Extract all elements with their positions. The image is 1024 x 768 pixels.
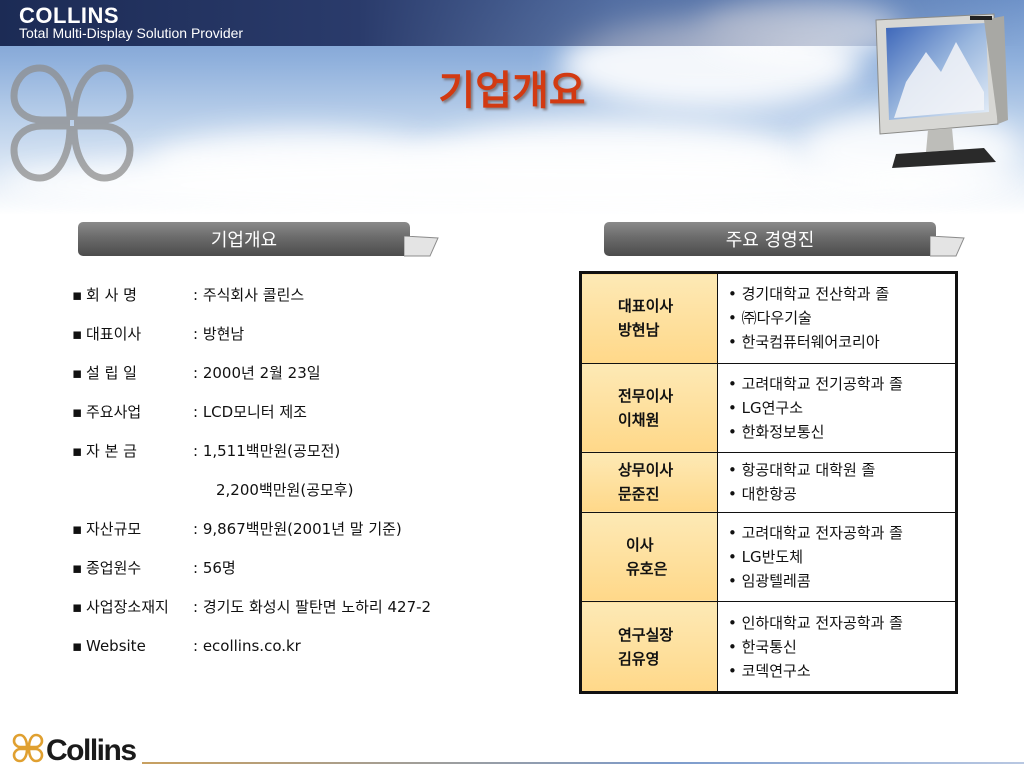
overview-value: : 경기도 화성시 팔탄면 노하리 427-2: [193, 598, 432, 616]
executive-name-cell: 상무이사 문준진: [580, 451, 718, 513]
table-row: 상무이사 문준진 • 항공대학교 대학원 졸 • 대한항공: [580, 451, 957, 513]
executive-history-cell: • 항공대학교 대학원 졸 • 대한항공: [717, 451, 957, 513]
bullet-icon: ▪: [72, 364, 83, 382]
website-link[interactable]: : ecollins.co.kr: [193, 636, 301, 656]
history-item: • 한국통신: [728, 637, 797, 656]
executive-history-cell: • 고려대학교 전자공학과 졸 • LG반도체 • 임광텔레콤: [717, 511, 957, 603]
executive-name-cell: 대표이사 방현남: [580, 272, 718, 364]
overview-label: 자산규모: [86, 520, 142, 538]
overview-label: 사업장소재지: [86, 598, 169, 616]
history-item: • LG반도체: [728, 548, 803, 567]
overview-item-company-name: ▪ 회 사 명 : 주식회사 콜린스: [72, 285, 512, 324]
overview-label: 자 본 금: [86, 442, 137, 460]
overview-item-employees: ▪ 종업원수 : 56명: [72, 558, 512, 597]
history-item: • 고려대학교 전자공학과 졸: [728, 524, 903, 543]
table-row: 대표이사 방현남 • 경기대학교 전산학과 졸 • ㈜다우기술 • 한국컴퓨터웨…: [580, 272, 957, 364]
overview-value: : 56명: [193, 559, 236, 577]
history-item: • 인하대학교 전자공학과 졸: [728, 613, 903, 632]
bullet-icon: ▪: [72, 286, 83, 304]
bullet-icon: ▪: [72, 442, 83, 460]
executive-history-cell: • 고려대학교 전기공학과 졸 • LG연구소 • 한화정보통신: [717, 362, 957, 453]
history-item: • 경기대학교 전산학과 졸: [728, 285, 890, 304]
overview-value: : 9,867백만원(2001년 말 기준): [193, 520, 402, 538]
history-item: • 항공대학교 대학원 졸: [728, 461, 876, 480]
lcd-monitor-icon: [875, 13, 1008, 168]
overview-value: : LCD모니터 제조: [193, 403, 307, 421]
executive-title: 전무이사: [618, 386, 674, 405]
history-item: • LG연구소: [728, 398, 803, 417]
collins-footer-logo: Collins: [12, 733, 138, 765]
history-item: • 한화정보통신: [728, 422, 825, 441]
company-overview-list: ▪ 회 사 명 : 주식회사 콜린스 ▪ 대표이사 : 방현남 ▪ 설 립 일 …: [72, 285, 512, 675]
overview-value: : 주식회사 콜린스: [193, 286, 305, 304]
footer-divider: [142, 762, 1024, 764]
overview-value: : 1,511백만원(공모전): [193, 442, 341, 460]
bullet-icon: ▪: [72, 403, 83, 421]
executive-name: 이채원: [618, 410, 660, 429]
executive-name: 유호은: [626, 560, 668, 579]
overview-item-location: ▪ 사업장소재지 : 경기도 화성시 팔탄면 노하리 427-2: [72, 597, 512, 636]
history-item: • 고려대학교 전기공학과 졸: [728, 374, 903, 393]
overview-label: 회 사 명: [86, 286, 137, 304]
executives-section-label: 주요 경영진: [604, 222, 936, 256]
history-item: • 한국컴퓨터웨어코리아: [728, 333, 880, 352]
executive-name: 방현남: [618, 321, 660, 340]
executive-title: 연구실장: [618, 625, 674, 644]
bullet-icon: ▪: [72, 325, 83, 343]
executive-title: 대표이사: [618, 297, 674, 316]
executive-name-cell: 전무이사 이채원: [580, 362, 718, 453]
executive-name: 김유영: [618, 649, 660, 668]
overview-item-founded: ▪ 설 립 일 : 2000년 2월 23일: [72, 363, 512, 402]
brand-tagline: Total Multi-Display Solution Provider: [19, 25, 244, 41]
executive-title: 이사: [626, 536, 654, 555]
table-row: 전무이사 이채원 • 고려대학교 전기공학과 졸 • LG연구소 • 한화정보통…: [580, 362, 957, 453]
overview-label: Website: [86, 637, 146, 655]
overview-label: 종업원수: [86, 559, 142, 577]
footer-logo-text: Collins: [46, 734, 136, 765]
overview-value: : 방현남: [193, 325, 245, 343]
history-item: • 대한항공: [728, 485, 797, 504]
table-row: 이사 유호은 • 고려대학교 전자공학과 졸 • LG반도체 • 임광텔레콤: [580, 511, 957, 603]
history-item: • 임광텔레콤: [728, 572, 811, 591]
bullet-icon: ▪: [72, 559, 83, 577]
tab-corner-icon: [404, 236, 439, 257]
bullet-icon: ▪: [72, 520, 83, 538]
executive-history-cell: • 경기대학교 전산학과 졸 • ㈜다우기술 • 한국컴퓨터웨어코리아: [717, 272, 957, 364]
table-row: 연구실장 김유영 • 인하대학교 전자공학과 졸 • 한국통신 • 코덱연구소: [580, 601, 957, 693]
overview-label: 설 립 일: [86, 364, 137, 382]
overview-item-main-business: ▪ 주요사업 : LCD모니터 제조: [72, 402, 512, 441]
overview-label: 대표이사: [86, 325, 142, 343]
overview-value: : 2000년 2월 23일: [193, 364, 321, 382]
history-item: • 코덱연구소: [728, 661, 811, 680]
executive-history-cell: • 인하대학교 전자공학과 졸 • 한국통신 • 코덱연구소: [717, 601, 957, 693]
overview-item-ceo: ▪ 대표이사 : 방현남: [72, 324, 512, 363]
executive-name-cell: 연구실장 김유영: [580, 601, 718, 693]
overview-label: 주요사업: [86, 403, 142, 421]
overview-item-capital: ▪ 자 본 금 : 1,511백만원(공모전): [72, 441, 512, 480]
history-item: • ㈜다우기술: [728, 309, 812, 328]
bullet-icon: ▪: [72, 598, 83, 616]
overview-item-capital-after-ipo: 2,200백만원(공모후): [72, 480, 512, 519]
overview-section-header: 기업개요: [78, 222, 439, 257]
overview-value: 2,200백만원(공모후): [216, 481, 354, 499]
executives-section-header: 주요 경영진: [604, 222, 966, 257]
executive-title: 상무이사: [618, 461, 674, 480]
collins-emblem-icon: [12, 733, 44, 763]
executive-name-cell: 이사 유호은: [580, 511, 718, 603]
bullet-icon: ▪: [72, 637, 83, 655]
overview-section-label: 기업개요: [78, 222, 410, 256]
executive-name: 문준진: [618, 485, 660, 504]
overview-item-assets: ▪ 자산규모 : 9,867백만원(2001년 말 기준): [72, 519, 512, 558]
tab-corner-icon: [930, 236, 965, 257]
overview-item-website: ▪ Website : ecollins.co.kr: [72, 636, 512, 675]
executives-table: 대표이사 방현남 • 경기대학교 전산학과 졸 • ㈜다우기술 • 한국컴퓨터웨…: [579, 271, 958, 694]
